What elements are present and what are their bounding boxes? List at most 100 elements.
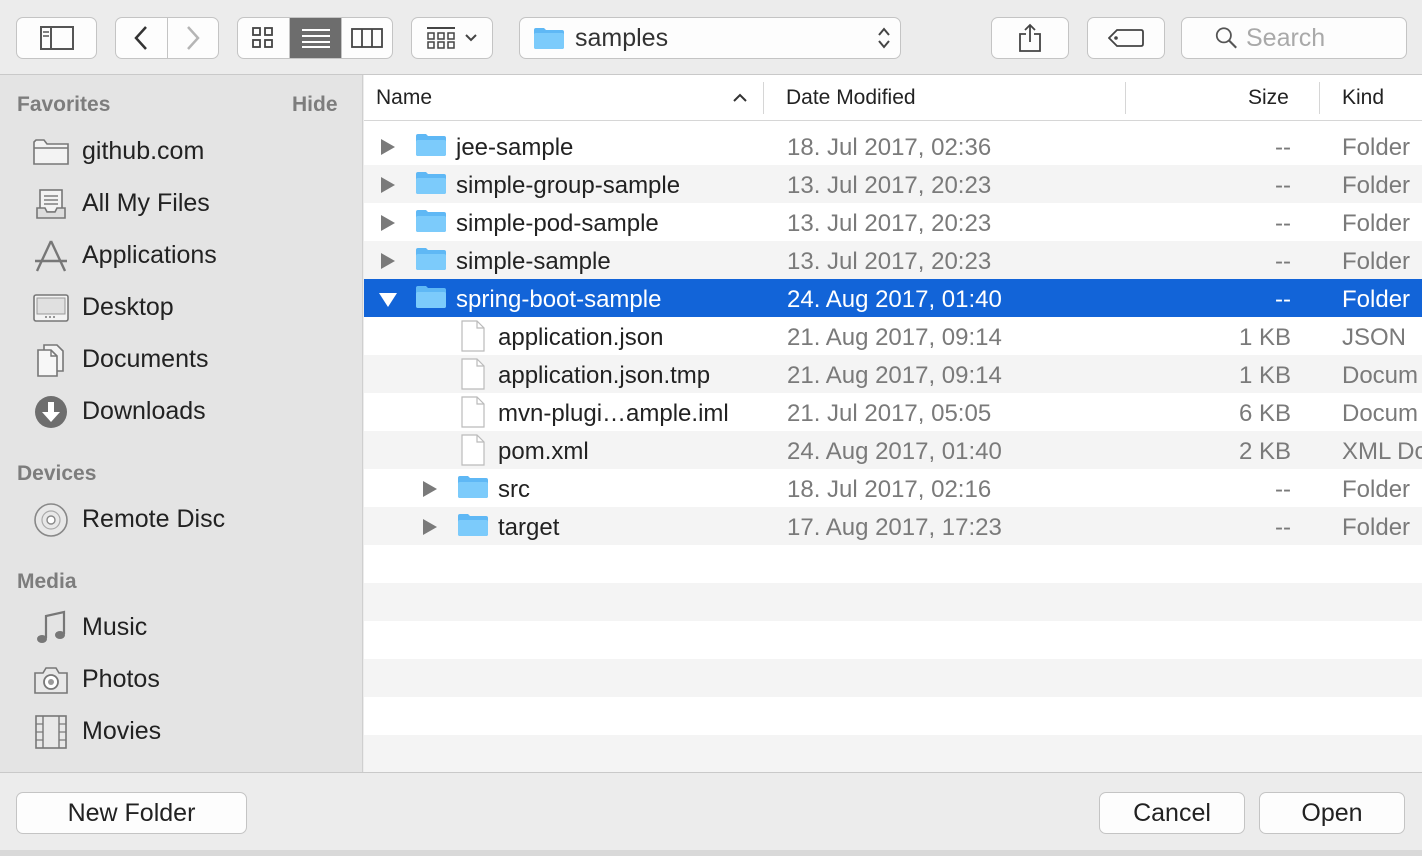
chevron-left-icon — [134, 26, 148, 50]
chevron-down-icon — [465, 34, 477, 42]
table-row[interactable]: application.json 21. Aug 2017, 09:14 1 K… — [364, 317, 1422, 355]
document-icon — [461, 434, 485, 466]
sidebar-item-label: Documents — [82, 345, 209, 373]
file-size: -- — [1275, 476, 1291, 503]
file-date: 21. Jul 2017, 05:05 — [787, 400, 992, 427]
document-icon — [461, 358, 485, 390]
column-header-name[interactable]: Name — [376, 86, 432, 110]
sidebar-item-all-my-files[interactable]: All My Files — [0, 180, 362, 226]
sidebar-item-photos[interactable]: Photos — [0, 656, 362, 702]
file-kind: Folder — [1342, 286, 1411, 313]
column-separator[interactable] — [1125, 82, 1126, 114]
share-icon — [1019, 23, 1041, 52]
file-list: Name Date Modified Size Kind jee-sample … — [364, 75, 1422, 772]
file-size: 1 KB — [1238, 362, 1291, 389]
dialog-footer: New Folder Cancel Open — [0, 772, 1422, 856]
document-icon — [461, 396, 485, 428]
file-kind: Docum — [1342, 400, 1419, 427]
file-kind: JSON — [1342, 324, 1407, 351]
file-date: 18. Jul 2017, 02:16 — [787, 476, 992, 503]
list-header: Name Date Modified Size Kind — [364, 75, 1422, 121]
sidebar-item-movies[interactable]: Movies — [0, 708, 362, 754]
file-date: 13. Jul 2017, 20:23 — [787, 210, 992, 237]
path-label: samples — [575, 23, 669, 52]
file-kind: Folder — [1342, 514, 1411, 541]
table-row[interactable]: simple-sample 13. Jul 2017, 20:23 -- Fol… — [364, 241, 1422, 279]
updown-chevron-icon — [878, 27, 890, 49]
disc-icon — [32, 502, 70, 538]
disclosure-triangle-icon[interactable] — [422, 480, 438, 498]
new-folder-button[interactable]: New Folder — [16, 792, 247, 834]
column-separator[interactable] — [1319, 82, 1320, 114]
column-header-date[interactable]: Date Modified — [786, 86, 916, 110]
search-input[interactable] — [1246, 23, 1406, 53]
folder-icon — [534, 28, 564, 49]
file-kind: Docum — [1342, 362, 1419, 389]
icon-view-button[interactable] — [238, 18, 289, 58]
sidebar-item-label: Desktop — [82, 293, 174, 321]
share-button[interactable] — [991, 17, 1069, 59]
column-separator[interactable] — [763, 82, 764, 114]
open-button[interactable]: Open — [1259, 792, 1405, 834]
cancel-button[interactable]: Cancel — [1099, 792, 1245, 834]
column-view-button[interactable] — [341, 18, 392, 58]
empty-row — [364, 697, 1422, 735]
table-row[interactable]: pom.xml 24. Aug 2017, 01:40 2 KB XML Do — [364, 431, 1422, 469]
sidebar-item-downloads[interactable]: Downloads — [0, 388, 362, 434]
file-size: -- — [1275, 172, 1291, 199]
file-date: 18. Jul 2017, 02:36 — [787, 134, 992, 161]
sidebar-item-applications[interactable]: Applications — [0, 232, 362, 278]
file-date: 17. Aug 2017, 17:23 — [787, 514, 1002, 541]
file-date: 13. Jul 2017, 20:23 — [787, 172, 992, 199]
sidebar-item-documents[interactable]: Documents — [0, 336, 362, 382]
file-name: jee-sample — [456, 134, 574, 161]
disclosure-triangle-expanded-icon[interactable] — [378, 292, 398, 308]
file-date: 24. Aug 2017, 01:40 — [787, 286, 1002, 313]
sidebar-item-github[interactable]: github.com — [0, 128, 362, 174]
sidebar-item-remote-disc[interactable]: Remote Disc — [0, 496, 362, 542]
table-row[interactable]: simple-pod-sample 13. Jul 2017, 20:23 --… — [364, 203, 1422, 241]
empty-row — [364, 735, 1422, 772]
table-row-selected[interactable]: spring-boot-sample 24. Aug 2017, 01:40 -… — [364, 279, 1422, 317]
disclosure-triangle-icon[interactable] — [380, 176, 396, 194]
file-name: spring-boot-sample — [456, 286, 662, 313]
search-field[interactable] — [1181, 17, 1407, 59]
table-row[interactable]: mvn-plugi…ample.iml 21. Jul 2017, 05:05 … — [364, 393, 1422, 431]
folder-icon — [416, 172, 446, 194]
sidebar-item-label: All My Files — [82, 189, 210, 217]
table-row[interactable]: target 17. Aug 2017, 17:23 -- Folder — [364, 507, 1422, 545]
path-popup-button[interactable]: samples — [519, 17, 901, 59]
back-button[interactable] — [116, 18, 167, 58]
sidebar-toggle-button[interactable] — [16, 17, 97, 59]
table-row[interactable]: jee-sample 18. Jul 2017, 02:36 -- Folder — [364, 127, 1422, 165]
hide-favorites-button[interactable]: Hide — [292, 93, 338, 117]
columns-icon — [351, 28, 384, 48]
column-header-kind[interactable]: Kind — [1342, 86, 1384, 110]
forward-button[interactable] — [166, 18, 219, 58]
sidebar-item-desktop[interactable]: Desktop — [0, 284, 362, 330]
file-name: application.json.tmp — [498, 362, 711, 389]
disclosure-triangle-icon[interactable] — [380, 138, 396, 156]
sidebar-icon — [39, 26, 74, 50]
file-kind: Folder — [1342, 134, 1411, 161]
view-mode-control — [237, 17, 393, 59]
toolbar: samples — [0, 0, 1422, 75]
file-size: 6 KB — [1238, 400, 1291, 427]
disclosure-triangle-icon[interactable] — [422, 518, 438, 536]
empty-row — [364, 621, 1422, 659]
devices-heading: Devices — [17, 462, 97, 485]
list-view-button[interactable] — [288, 18, 342, 58]
file-size: -- — [1275, 210, 1291, 237]
disclosure-triangle-icon[interactable] — [380, 252, 396, 270]
applications-icon — [32, 238, 70, 274]
disclosure-triangle-icon[interactable] — [380, 214, 396, 232]
table-row[interactable]: application.json.tmp 21. Aug 2017, 09:14… — [364, 355, 1422, 393]
file-kind: Folder — [1342, 172, 1411, 199]
column-header-size[interactable]: Size — [1248, 86, 1289, 110]
table-row[interactable]: simple-group-sample 13. Jul 2017, 20:23 … — [364, 165, 1422, 203]
tag-button[interactable] — [1087, 17, 1165, 59]
document-icon — [461, 320, 485, 352]
sidebar-item-music[interactable]: Music — [0, 604, 362, 650]
arrange-menu-button[interactable] — [411, 17, 493, 59]
table-row[interactable]: src 18. Jul 2017, 02:16 -- Folder — [364, 469, 1422, 507]
